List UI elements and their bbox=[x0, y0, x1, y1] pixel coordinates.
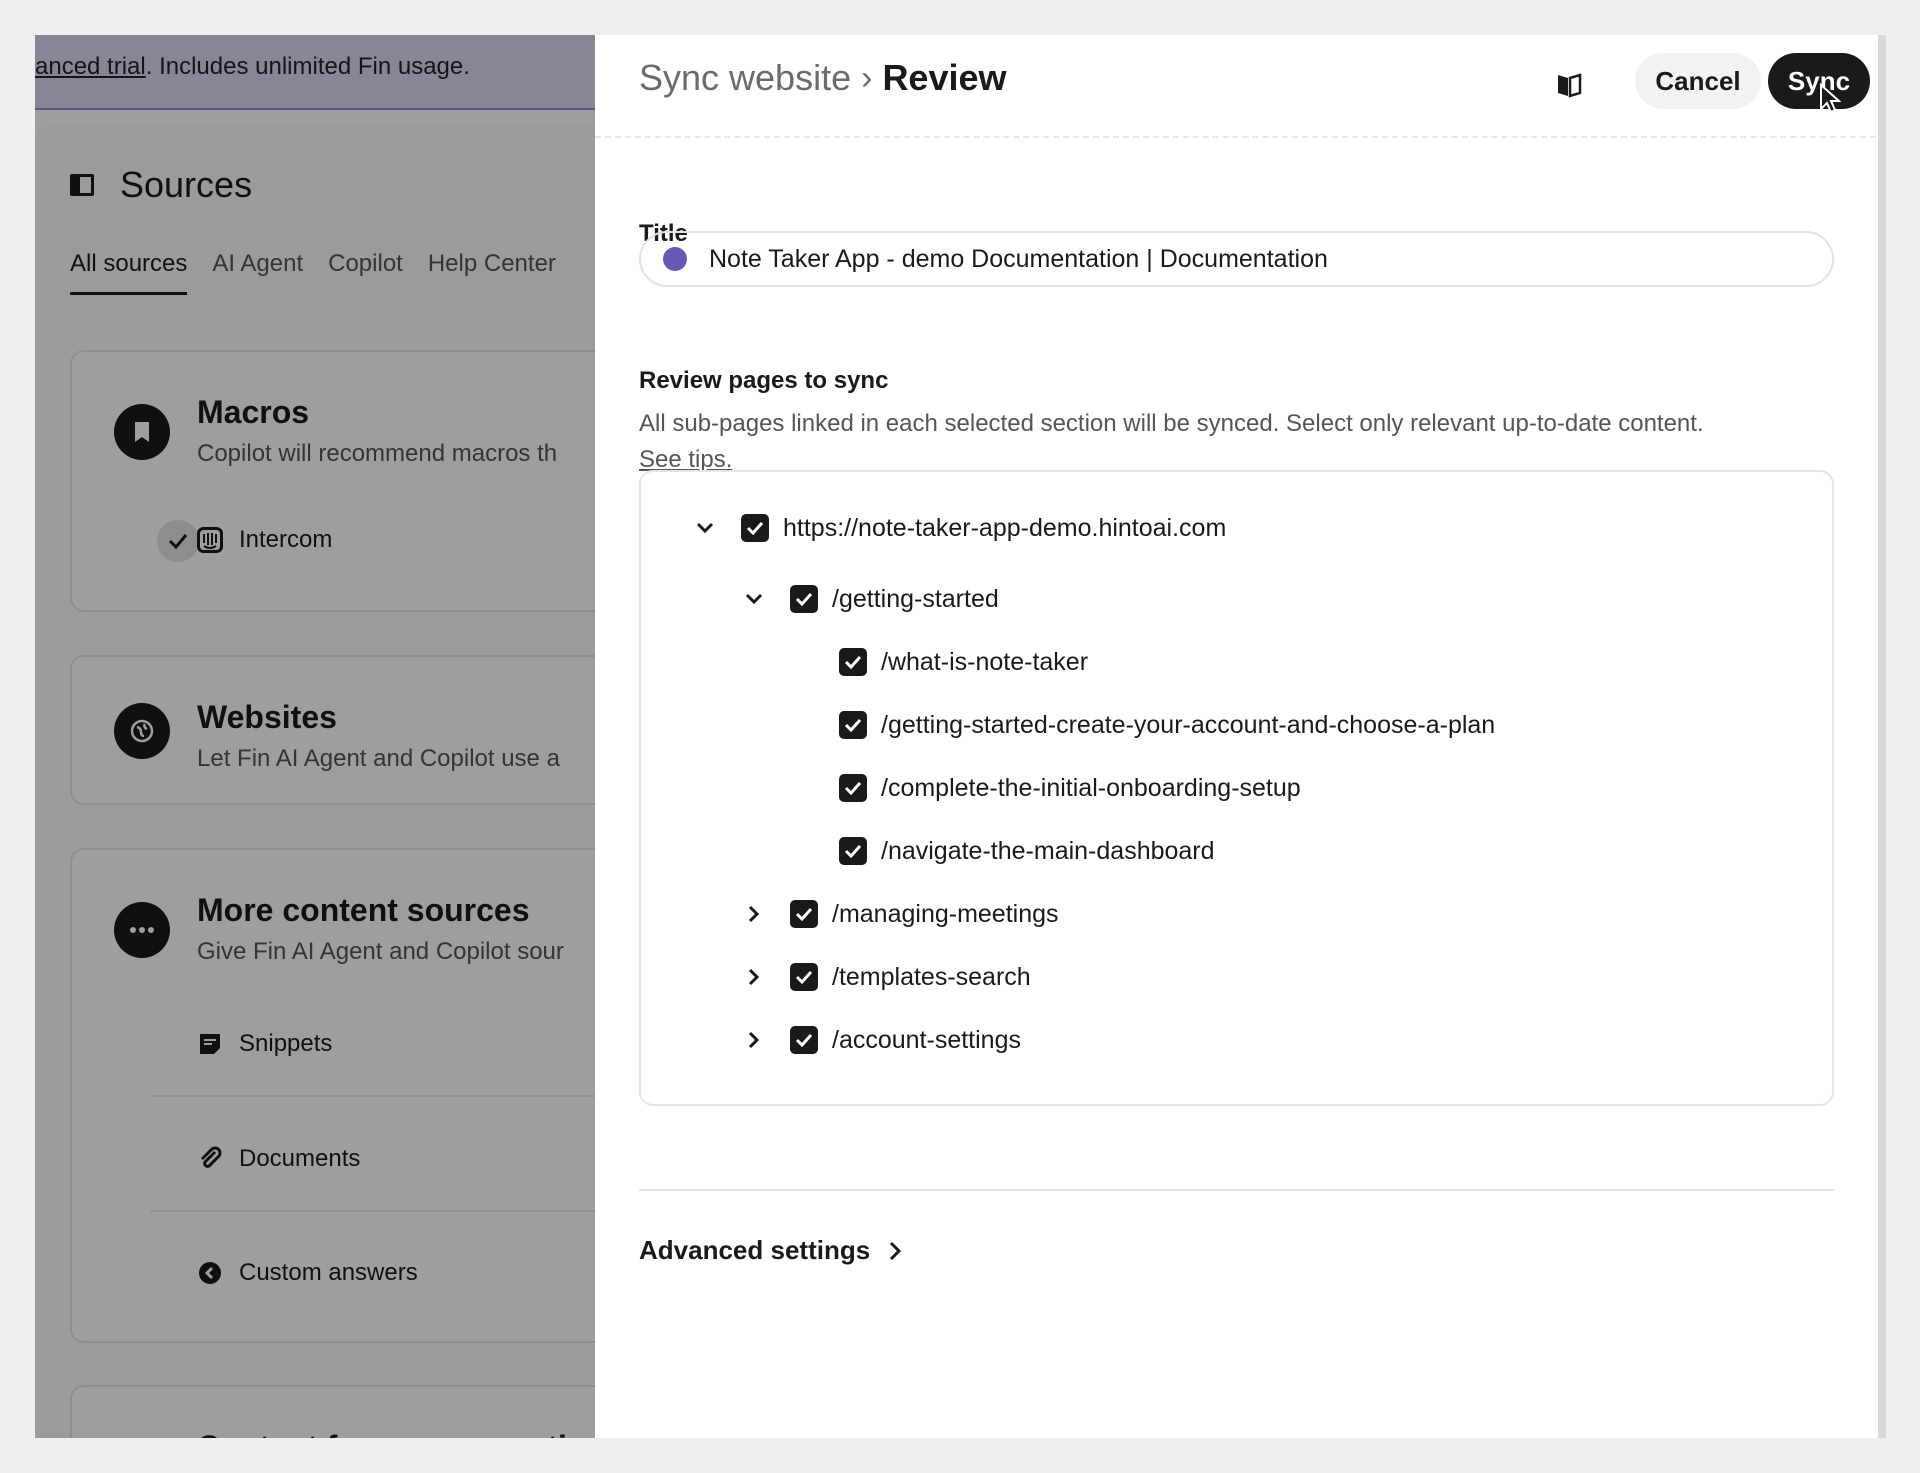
chevron-right-icon[interactable] bbox=[740, 1026, 768, 1054]
page-checkbox[interactable] bbox=[839, 648, 867, 676]
page-checkbox[interactable] bbox=[790, 585, 818, 613]
tree-row: /templates-search bbox=[740, 960, 1031, 994]
page-checkbox[interactable] bbox=[839, 837, 867, 865]
page-path-label: /managing-meetings bbox=[832, 899, 1059, 928]
page-path-label: /getting-started-create-your-account-and… bbox=[881, 710, 1496, 739]
mouse-cursor-icon bbox=[1819, 82, 1842, 120]
title-input[interactable]: Note Taker App - demo Documentation | Do… bbox=[639, 231, 1834, 287]
page-checkbox[interactable] bbox=[790, 900, 818, 928]
color-dot-icon[interactable] bbox=[663, 247, 687, 271]
breadcrumb-separator: › bbox=[861, 58, 873, 97]
chevron-right-icon[interactable] bbox=[740, 963, 768, 991]
tree-row: /managing-meetings bbox=[740, 897, 1059, 931]
book-icon[interactable] bbox=[1550, 65, 1590, 105]
page-path-label: /navigate-the-main-dashboard bbox=[881, 836, 1215, 865]
chevron-down-icon[interactable] bbox=[691, 514, 719, 542]
modal-backdrop[interactable] bbox=[35, 35, 595, 1438]
page-checkbox[interactable] bbox=[839, 711, 867, 739]
page-checkbox[interactable] bbox=[741, 514, 769, 542]
tree-row: /complete-the-initial-onboarding-setup bbox=[789, 771, 1301, 805]
advanced-settings-toggle[interactable]: Advanced settings bbox=[639, 1235, 902, 1266]
breadcrumb: Sync website › Review bbox=[639, 57, 1007, 99]
breadcrumb-current: Review bbox=[882, 57, 1007, 98]
chevron-right-icon[interactable] bbox=[740, 900, 768, 928]
chevron-right-icon bbox=[890, 1241, 902, 1260]
tree-row: https://note-taker-app-demo.hintoai.com bbox=[691, 511, 1226, 545]
page-tree: https://note-taker-app-demo.hintoai.com /… bbox=[639, 470, 1834, 1106]
page-path-label: /what-is-note-taker bbox=[881, 647, 1089, 676]
tree-row: /getting-started-create-your-account-and… bbox=[789, 708, 1495, 742]
page-checkbox[interactable] bbox=[790, 963, 818, 991]
chevron-down-icon[interactable] bbox=[740, 585, 768, 613]
review-help: All sub-pages linked in each selected se… bbox=[639, 410, 1704, 437]
see-tips-link[interactable]: See tips. bbox=[639, 446, 732, 473]
page-path-label: /account-settings bbox=[832, 1025, 1021, 1054]
title-value: Note Taker App - demo Documentation | Do… bbox=[709, 244, 1328, 273]
app-window: anced trial. Includes unlimited Fin usag… bbox=[35, 35, 1886, 1438]
page-checkbox[interactable] bbox=[839, 774, 867, 802]
advanced-settings-label: Advanced settings bbox=[639, 1235, 871, 1265]
page-path-label: https://note-taker-app-demo.hintoai.com bbox=[783, 513, 1227, 542]
tree-row: /navigate-the-main-dashboard bbox=[789, 834, 1215, 868]
review-label: Review pages to sync bbox=[639, 367, 889, 394]
review-help-text: All sub-pages linked in each selected se… bbox=[639, 406, 1839, 478]
scrollbar[interactable] bbox=[1878, 35, 1886, 1438]
tree-row: /what-is-note-taker bbox=[789, 645, 1088, 679]
breadcrumb-parent[interactable]: Sync website bbox=[639, 57, 851, 99]
page-checkbox[interactable] bbox=[790, 1026, 818, 1054]
background-app: anced trial. Includes unlimited Fin usag… bbox=[35, 35, 650, 1438]
page-path-label: /templates-search bbox=[832, 962, 1031, 991]
tree-row: /getting-started bbox=[740, 582, 999, 616]
modal-header: Sync website › Review Cancel Sync bbox=[595, 35, 1886, 138]
sync-website-modal: Sync website › Review Cancel Sync Title … bbox=[595, 35, 1886, 1438]
page-path-label: /getting-started bbox=[832, 584, 999, 613]
page-path-label: /complete-the-initial-onboarding-setup bbox=[881, 773, 1301, 802]
cancel-button[interactable]: Cancel bbox=[1635, 53, 1761, 109]
tree-row: /account-settings bbox=[740, 1023, 1021, 1057]
divider bbox=[639, 1189, 1834, 1191]
